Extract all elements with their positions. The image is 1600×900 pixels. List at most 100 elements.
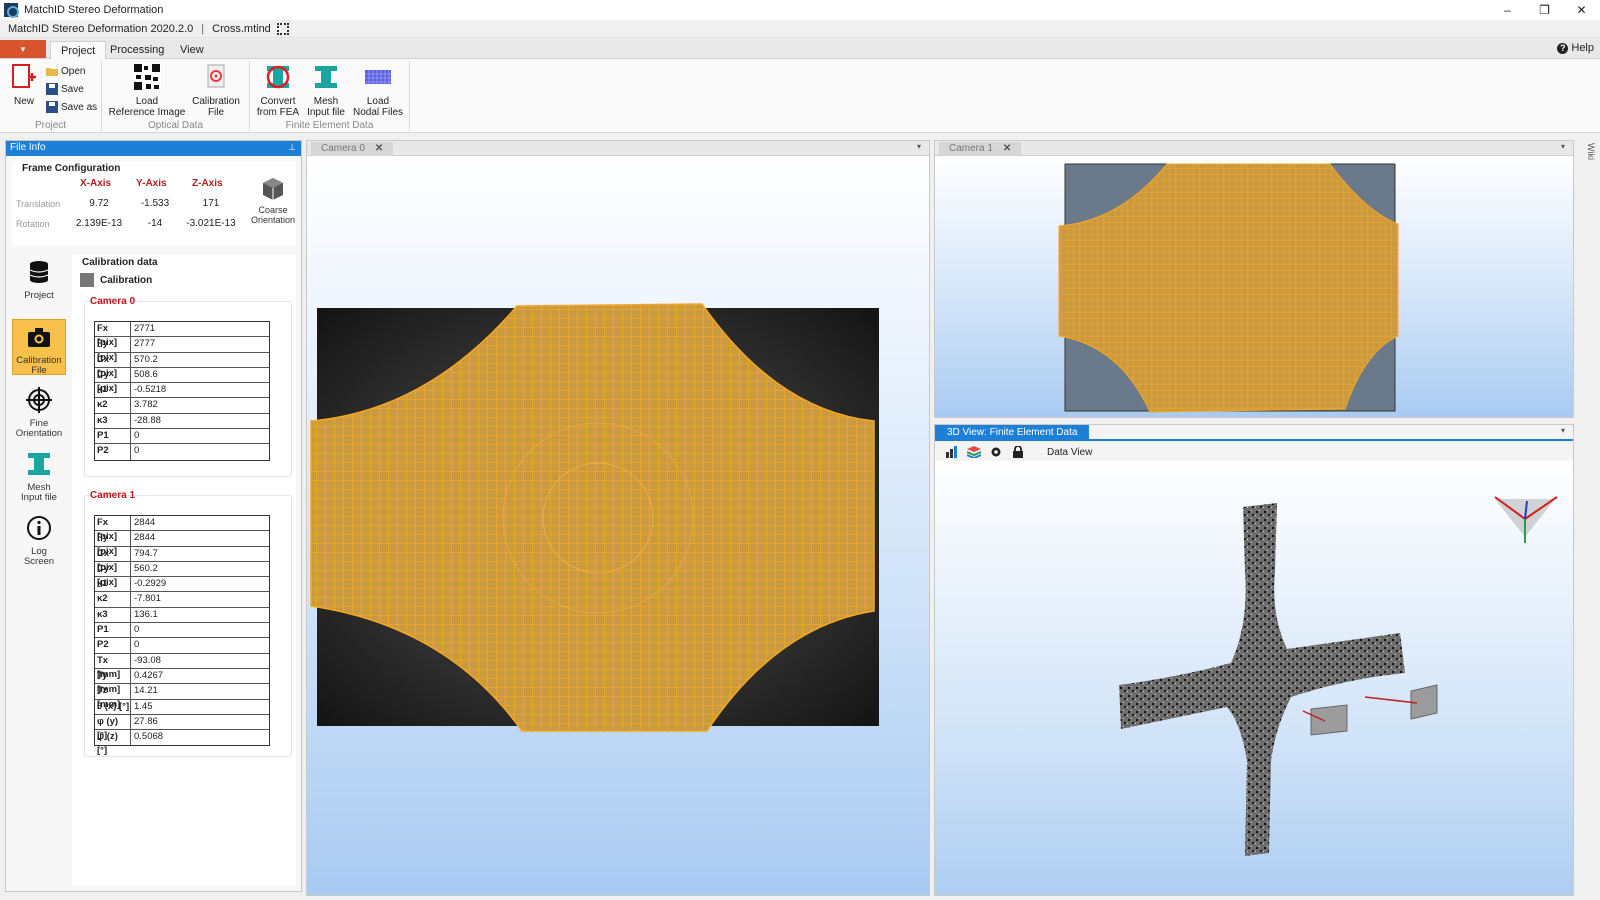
file-info-title: File Info [10, 142, 46, 153]
calib-label-1: Calibration [192, 96, 240, 107]
wiki-side-tab[interactable]: Wiki [1578, 140, 1596, 166]
parameter-value[interactable]: -7.801 [131, 592, 269, 606]
parameter-value[interactable]: 0 [131, 638, 269, 652]
file-info-nav: Project Calibration File Fine Orientatio… [12, 255, 68, 575]
data-view-label[interactable]: Data View [1047, 447, 1092, 458]
layers-icon[interactable] [967, 446, 981, 458]
convert-from-fea-button[interactable]: Convert from FEA [254, 63, 302, 118]
open-button[interactable]: Open [46, 65, 85, 77]
chevron-down-icon[interactable]: ▾ [1561, 142, 1565, 151]
parameter-row: κ2 3.782 [95, 398, 269, 414]
parameter-value[interactable]: 2777 [131, 337, 269, 351]
close-icon[interactable]: ✕ [1003, 143, 1011, 155]
maximize-button[interactable]: ❐ [1526, 0, 1563, 20]
bar-chart-icon[interactable] [945, 446, 959, 458]
parameter-value[interactable]: -0.2929 [131, 577, 269, 591]
file-info-panel: File Info ⊥ Frame Configuration X-Axis Y… [5, 140, 302, 892]
tab-camera0-label: Camera 0 [321, 143, 365, 154]
save-as-button[interactable]: Save as [46, 101, 97, 113]
tab-project[interactable]: Project [50, 41, 107, 59]
camera0-tab-strip: Camera 0 ✕ ▾ [307, 141, 929, 156]
nav-fine-orientation[interactable]: Fine Orientation [12, 383, 66, 439]
parameter-value[interactable]: -93.08 [131, 654, 269, 668]
close-icon[interactable]: ✕ [375, 143, 383, 155]
parameter-value[interactable]: -28.88 [131, 414, 269, 428]
z-axis-header: Z-Axis [192, 178, 223, 189]
help-label: Help [1571, 42, 1594, 54]
parameter-value[interactable]: 0 [131, 623, 269, 637]
parameter-value[interactable]: 0 [131, 429, 269, 443]
pin-icon[interactable]: ⊥ [288, 142, 296, 153]
load-reference-image-button[interactable]: Load Reference Image [108, 63, 186, 118]
nav-project-label: Project [24, 290, 54, 301]
minimize-button[interactable]: – [1489, 0, 1526, 20]
parameter-value[interactable]: 0 [131, 444, 269, 459]
parameter-value[interactable]: 3.782 [131, 398, 269, 412]
nav-log-screen[interactable]: Log Screen [12, 511, 66, 567]
parameter-value[interactable]: 14.21 [131, 684, 269, 698]
parameter-value[interactable]: -0.5218 [131, 383, 269, 397]
save-button[interactable]: Save [46, 83, 84, 95]
parameter-value[interactable]: 508.6 [131, 368, 269, 382]
chevron-down-icon[interactable]: ▾ [1561, 426, 1565, 435]
calibration-item[interactable]: Calibration [80, 273, 152, 287]
nav-mesh-input-file[interactable]: Mesh Input file [12, 447, 66, 503]
calibration-data-title: Calibration data [82, 257, 158, 268]
tab-camera1[interactable]: Camera 1 ✕ [939, 142, 1022, 156]
close-button[interactable]: ✕ [1563, 0, 1600, 20]
qr-pattern-icon [133, 63, 161, 91]
gear-icon[interactable] [989, 446, 1003, 458]
mesh-label-1: Mesh [313, 96, 339, 107]
parameter-row: Cy [pix] 560.2 [95, 561, 269, 588]
3d-viewport[interactable] [935, 461, 1573, 895]
camera1-viewport[interactable] [935, 156, 1573, 417]
file-menu-button[interactable]: ▾ [0, 40, 46, 58]
chevron-down-icon[interactable]: ▾ [917, 142, 921, 151]
parameter-value[interactable]: 136.1 [131, 608, 269, 622]
parameter-name: κ1 [95, 577, 131, 592]
parameter-value[interactable]: 0.5068 [131, 730, 269, 745]
parameter-value[interactable]: 27.86 [131, 715, 269, 729]
parameter-row: P2 0 [95, 638, 269, 654]
calibration-file-button[interactable]: Calibration File [186, 63, 246, 118]
parameter-name: Fy [pix] [95, 531, 131, 557]
parameter-value[interactable]: 2771 [131, 322, 269, 336]
parameter-name: P2 [95, 444, 131, 460]
tab-camera0[interactable]: Camera 0 ✕ [311, 142, 394, 156]
parameter-value[interactable]: 2844 [131, 516, 269, 530]
nodal-grid-icon [365, 70, 391, 84]
calibration-target-icon [207, 64, 225, 88]
mesh-input-file-button[interactable]: Mesh Input file [302, 63, 350, 118]
tab-3d-view[interactable]: 3D View: Finite Element Data [935, 425, 1090, 441]
parameter-row: Fx [pix] 2771 [95, 322, 269, 348]
mesh-label-2: Input file [307, 107, 345, 118]
coarse-orientation-button[interactable]: Coarse Orientation [248, 175, 298, 225]
tab-view[interactable]: View [170, 41, 214, 59]
nav-mesh-label-2: Input file [21, 492, 57, 503]
load-nodal-files-button[interactable]: Load Nodal Files [350, 63, 406, 118]
parameter-value[interactable]: 560.2 [131, 562, 269, 576]
parameter-row: Tz [mm] 14.21 [95, 684, 269, 710]
parameter-name: κ3 [95, 413, 131, 429]
parameter-name: κ3 [95, 607, 131, 623]
parameter-value[interactable]: 794.7 [131, 547, 269, 561]
camera0-viewport[interactable] [307, 156, 929, 895]
parameter-row: P2 0 [95, 444, 269, 460]
new-button[interactable]: New [8, 63, 40, 107]
lock-icon[interactable] [1011, 446, 1025, 458]
parameter-value[interactable]: 570.2 [131, 353, 269, 367]
tab-processing[interactable]: Processing [100, 41, 174, 59]
parameter-value[interactable]: 1.45 [131, 700, 269, 714]
parameter-name: Cy [pix] [95, 561, 131, 588]
nav-calibration-file[interactable]: Calibration File [12, 319, 66, 376]
help-button[interactable]: ? Help [1557, 42, 1594, 54]
parameter-value[interactable]: 0.4267 [131, 669, 269, 683]
x-axis-header: X-Axis [80, 178, 112, 189]
fullscreen-icon[interactable] [276, 22, 289, 35]
parameter-value[interactable]: 2844 [131, 531, 269, 545]
parameter-name: κ2 [95, 398, 131, 413]
parameter-row: Fy [pix] 2777 [95, 337, 269, 363]
nav-project[interactable]: Project [12, 255, 66, 311]
parameter-name: κ2 [95, 592, 131, 607]
parameter-row: κ1 -0.5218 [95, 383, 269, 399]
